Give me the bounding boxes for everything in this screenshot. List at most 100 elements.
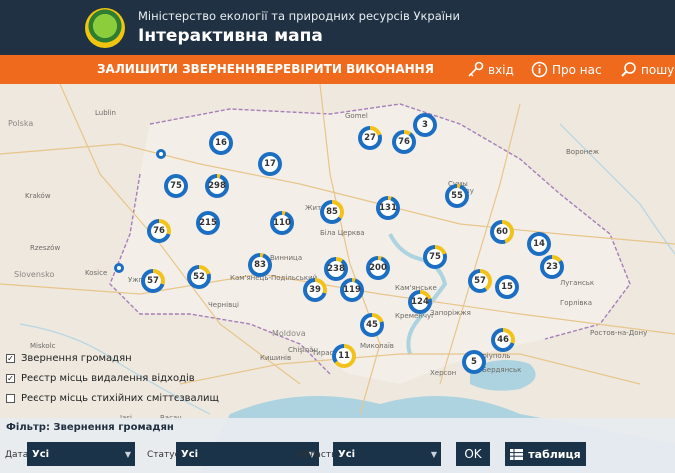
cluster-marker[interactable]: 17 [258, 152, 282, 176]
cluster-marker[interactable]: 131 [376, 196, 400, 220]
cluster-marker[interactable]: 215 [196, 211, 220, 235]
submit-appeal-link[interactable]: ЗАЛИШИТИ ЗВЕРНЕННЯ [97, 62, 264, 76]
cluster-count: 119 [343, 282, 361, 298]
layer-label: Реєстр місць стихійних сміттєзвалищ [21, 392, 219, 404]
cluster-marker[interactable]: 76 [392, 130, 416, 154]
cluster-marker[interactable]: 75 [164, 174, 188, 198]
cluster-marker[interactable]: 27 [358, 126, 382, 150]
cluster-count: 27 [362, 130, 378, 146]
cluster-marker[interactable]: 55 [445, 184, 469, 208]
cluster-count: 85 [324, 204, 340, 220]
map-place-label: Kraków [25, 192, 51, 200]
cluster-count: 11 [336, 348, 352, 364]
cluster-count: 52 [191, 269, 207, 285]
header: Міністерство екології та природних ресур… [0, 0, 675, 55]
cluster-marker[interactable]: 5 [462, 350, 486, 374]
cluster-marker[interactable]: 57 [141, 269, 165, 293]
map-place-label: Запоріжжя [430, 309, 471, 317]
map-place-label: Луганськ [560, 279, 595, 287]
cluster-marker[interactable]: 298 [205, 174, 229, 198]
layer-label: Реєстр місць видалення відходів [21, 372, 195, 384]
cluster-marker[interactable]: 76 [147, 219, 171, 243]
cluster-marker[interactable]: 14 [527, 232, 551, 256]
cluster-count: 55 [449, 188, 465, 204]
cluster-marker[interactable]: 23 [540, 255, 564, 279]
layer-toggle-appeals[interactable]: ✓ Звернення громадян [6, 348, 219, 368]
check-execution-link[interactable]: ПЕРЕВІРИТИ ВИКОНАННЯ [256, 62, 434, 76]
cluster-marker[interactable]: 11 [332, 344, 356, 368]
map-place-label: Slovensko [14, 270, 55, 279]
ministry-name: Міністерство екології та природних ресур… [138, 9, 460, 23]
map-place-label: Херсон [430, 369, 457, 377]
cluster-count: 45 [364, 317, 380, 333]
region-select[interactable]: Усі ▼ [333, 442, 441, 466]
info-icon [531, 61, 548, 78]
region-value: Усі [338, 448, 356, 460]
cluster-marker[interactable]: 45 [360, 313, 384, 337]
cluster-count: 23 [544, 259, 560, 275]
cluster-count: 75 [168, 178, 184, 194]
cluster-count: 39 [307, 282, 323, 298]
about-button[interactable]: Про нас [531, 59, 602, 80]
cluster-marker[interactable]: 39 [303, 278, 327, 302]
cluster-marker[interactable]: 16 [209, 131, 233, 155]
cluster-marker[interactable]: 124 [408, 290, 432, 314]
ministry-emblem-icon[interactable] [85, 8, 125, 48]
login-button[interactable]: вхід [467, 59, 514, 80]
search-button[interactable]: пошук [620, 59, 675, 80]
cluster-count: 57 [145, 273, 161, 289]
cluster-count: 298 [208, 178, 226, 194]
cluster-marker[interactable]: 52 [187, 265, 211, 289]
cluster-marker[interactable]: 60 [490, 220, 514, 244]
filter-title: Фільтр: Звернення громадян [6, 422, 174, 433]
map-place-label: Gomel [345, 112, 368, 120]
cluster-count: 3 [417, 117, 433, 133]
map-place-label: Polska [8, 119, 34, 128]
cluster-marker[interactable]: 200 [366, 256, 390, 280]
cluster-marker[interactable]: 119 [340, 278, 364, 302]
cluster-count: 124 [411, 294, 429, 310]
status-label: Статус [147, 450, 180, 460]
date-label: Дата [5, 450, 29, 460]
layer-toggle-waste-sites[interactable]: ✓ Реєстр місць видалення відходів [6, 368, 219, 388]
search-label: пошук [641, 62, 675, 77]
cluster-marker[interactable]: 15 [495, 275, 519, 299]
cluster-marker[interactable]: 46 [491, 328, 515, 352]
map-place-label: Миколаїв [360, 342, 394, 350]
cluster-count: 17 [262, 156, 278, 172]
cluster-count: 215 [199, 215, 217, 231]
cluster-count: 16 [213, 135, 229, 151]
cluster-count: 75 [427, 249, 443, 265]
map-place-label: Rzeszów [30, 244, 61, 252]
cluster-marker[interactable]: 75 [423, 245, 447, 269]
layer-toggle-dumps[interactable]: Реєстр місць стихійних сміттєзвалищ [6, 388, 219, 408]
map-place-label: Горлівка [560, 299, 593, 307]
single-marker[interactable] [114, 263, 124, 273]
cluster-count: 57 [472, 273, 488, 289]
cluster-marker[interactable]: 83 [248, 253, 272, 277]
layer-checkbox[interactable] [6, 393, 15, 403]
cluster-marker[interactable]: 110 [270, 211, 294, 235]
single-marker[interactable] [156, 149, 166, 159]
cluster-marker[interactable]: 57 [468, 269, 492, 293]
cluster-count: 200 [369, 260, 387, 276]
layer-checkbox[interactable]: ✓ [6, 373, 15, 383]
cluster-marker[interactable]: 85 [320, 200, 344, 224]
ok-button[interactable]: OK [456, 442, 490, 466]
date-select[interactable]: Усі ▼ [27, 442, 135, 466]
cluster-count: 15 [499, 279, 515, 295]
cluster-count: 238 [327, 261, 345, 277]
cluster-count: 60 [494, 224, 510, 240]
search-icon [621, 62, 636, 77]
table-button[interactable]: таблиця [505, 442, 586, 466]
cluster-count: 5 [466, 354, 482, 370]
cluster-count: 14 [531, 236, 547, 252]
cluster-marker[interactable]: 3 [413, 113, 437, 137]
chevron-down-icon: ▼ [124, 450, 131, 459]
layer-label: Звернення громадян [21, 352, 132, 364]
status-value: Усі [181, 448, 199, 460]
region-label: Область [297, 450, 337, 460]
map-area[interactable]: PolskaSlovenskoMoldovaGomelСумыВоронежKr… [0, 84, 675, 473]
map-place-label: Воронеж [566, 148, 600, 156]
layer-checkbox[interactable]: ✓ [6, 353, 15, 363]
